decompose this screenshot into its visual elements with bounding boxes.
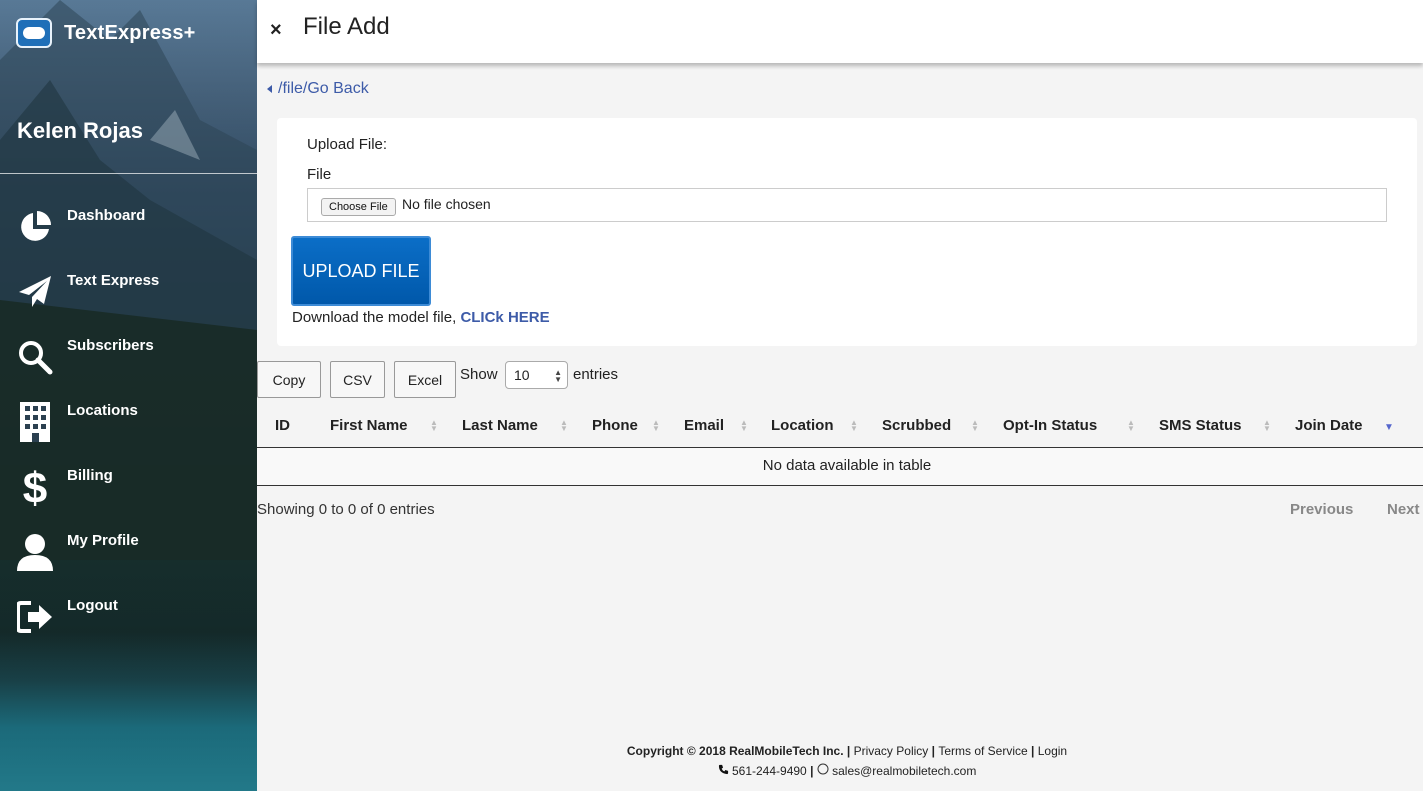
- building-icon: [16, 402, 54, 442]
- upload-title: Upload File:: [307, 136, 388, 153]
- file-input[interactable]: Choose File No file chosen: [307, 188, 1387, 222]
- show-label: Show: [460, 366, 498, 383]
- column-email[interactable]: Email: [684, 417, 724, 434]
- email-link[interactable]: sales@realmobiletech.com: [832, 764, 976, 778]
- user-icon: [16, 533, 54, 571]
- phone-icon: [718, 764, 732, 778]
- breadcrumb-go-back[interactable]: /file/Go Back: [267, 80, 369, 98]
- excel-button[interactable]: Excel: [394, 361, 456, 398]
- user-name: Kelen Rojas: [17, 118, 143, 143]
- column-scrubbed[interactable]: Scrubbed: [882, 417, 951, 434]
- sidebar-item-text-express[interactable]: Text Express: [0, 265, 257, 330]
- pie-chart-icon: [16, 208, 54, 246]
- sidebar-nav: Dashboard Text Express Subscribers Locat…: [0, 200, 257, 655]
- entries-select[interactable]: 10 ▲ ▼: [505, 361, 568, 389]
- footer-line-2: 561-244-9490 | sales@realmobiletech.com: [257, 761, 1423, 781]
- download-text: Download the model file,: [292, 309, 461, 326]
- empty-table-message: No data available in table: [762, 457, 932, 474]
- column-opt-in-status[interactable]: Opt-In Status: [1003, 417, 1097, 434]
- column-id[interactable]: ID: [275, 417, 290, 434]
- copyright-text: Copyright © 2018 RealMobileTech Inc.: [626, 744, 844, 758]
- search-icon: [16, 338, 54, 376]
- table-info: Showing 0 to 0 of 0 entries: [257, 501, 435, 518]
- sort-icon: ▲ ▼: [560, 418, 568, 433]
- column-sms-status[interactable]: SMS Status: [1159, 417, 1242, 434]
- phone-number: 561-244-9490: [731, 764, 807, 778]
- sidebar: TextExpress+ Kelen Rojas Dashboard Text …: [0, 0, 257, 791]
- svg-text:$: $: [23, 465, 47, 509]
- sort-icon: ▲ ▼: [850, 418, 858, 433]
- terms-of-service-link[interactable]: Terms of Service: [938, 744, 1027, 758]
- sidebar-item-locations[interactable]: Locations: [0, 395, 257, 460]
- previous-page-button[interactable]: Previous: [1290, 501, 1353, 518]
- sort-icon: ▲ ▼: [1263, 418, 1271, 433]
- column-join-date[interactable]: Join Date: [1295, 417, 1363, 434]
- sort-icon: ▲ ▼: [740, 418, 748, 433]
- csv-button[interactable]: CSV: [330, 361, 385, 398]
- sidebar-item-label: Text Express: [67, 272, 160, 289]
- column-last-name[interactable]: Last Name: [462, 417, 538, 434]
- no-file-text: No file chosen: [402, 196, 491, 212]
- sign-out-icon: [16, 598, 54, 636]
- caret-left-icon: [267, 85, 272, 93]
- table-body: No data available in table: [257, 448, 1423, 486]
- download-model-text: Download the model file, CLICk HERE: [292, 309, 550, 326]
- sort-icon: ▲ ▼: [652, 418, 660, 433]
- email-icon: [817, 763, 832, 778]
- paper-plane-icon: [16, 273, 54, 311]
- dollar-icon: $: [16, 465, 54, 509]
- breadcrumb-text: /file/Go Back: [278, 80, 369, 97]
- page-header: × File Add: [257, 0, 1423, 63]
- sidebar-item-label: Dashboard: [67, 207, 146, 224]
- sort-icon: ▲ ▼: [971, 418, 979, 433]
- table-header: ID First Name ▲ ▼ Last Name ▲ ▼ Phone ▲ ▼ E…: [257, 405, 1423, 448]
- column-phone[interactable]: Phone: [592, 417, 638, 434]
- sidebar-item-dashboard[interactable]: Dashboard: [0, 200, 257, 265]
- sidebar-item-billing[interactable]: $ Billing: [0, 460, 257, 525]
- sidebar-item-label: Billing: [67, 467, 113, 484]
- upload-file-button[interactable]: UPLOAD FILE: [291, 236, 431, 306]
- footer-line-1: Copyright © 2018 RealMobileTech Inc. | P…: [626, 744, 1068, 758]
- sidebar-item-label: Subscribers: [67, 337, 154, 354]
- upload-card: Upload File: File Choose File No file ch…: [277, 118, 1417, 346]
- brand-name: TextExpress+: [64, 21, 196, 44]
- column-first-name[interactable]: First Name: [330, 417, 408, 434]
- sidebar-item-label: Locations: [67, 402, 138, 419]
- sidebar-divider: [0, 173, 257, 174]
- entries-label: entries: [573, 366, 619, 383]
- sort-desc-icon: ▼: [1384, 422, 1394, 433]
- sidebar-item-label: Logout: [67, 597, 118, 614]
- privacy-policy-link[interactable]: Privacy Policy: [854, 744, 929, 758]
- login-link[interactable]: Login: [1038, 744, 1067, 758]
- sort-icon: ▲ ▼: [430, 418, 438, 433]
- sidebar-item-my-profile[interactable]: My Profile: [0, 525, 257, 590]
- footer: Copyright © 2018 RealMobileTech Inc. | P…: [257, 741, 1423, 781]
- close-icon[interactable]: ×: [270, 19, 282, 42]
- textexpress-logo-icon: [16, 18, 52, 48]
- file-label: File: [307, 166, 332, 183]
- page-title: File Add: [303, 13, 390, 40]
- next-page-button[interactable]: Next: [1387, 501, 1420, 518]
- column-location[interactable]: Location: [771, 417, 834, 434]
- brand[interactable]: TextExpress+: [16, 18, 196, 48]
- sort-icon: ▲ ▼: [1127, 418, 1135, 433]
- choose-file-button[interactable]: Choose File: [321, 198, 396, 216]
- download-model-link[interactable]: CLICk HERE: [460, 309, 549, 326]
- sidebar-item-logout[interactable]: Logout: [0, 590, 257, 655]
- select-arrows-icon: ▲ ▼: [554, 368, 562, 384]
- sidebar-item-subscribers[interactable]: Subscribers: [0, 330, 257, 395]
- sidebar-item-label: My Profile: [67, 532, 139, 549]
- copy-button[interactable]: Copy: [257, 361, 321, 398]
- entries-select-value: 10: [514, 367, 530, 383]
